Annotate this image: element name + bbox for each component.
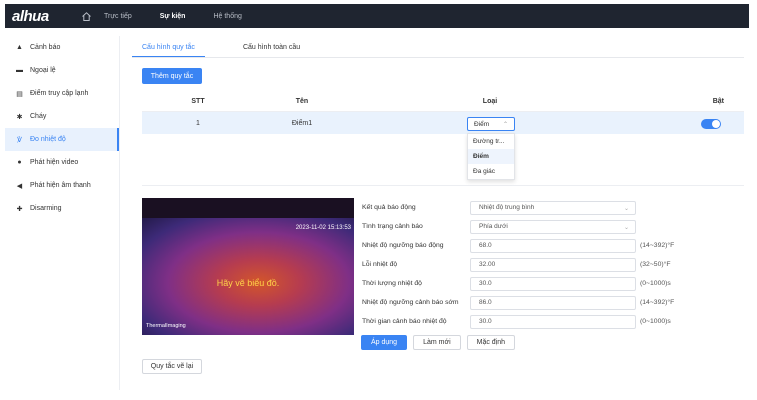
access-point-icon: ▤ xyxy=(16,90,23,98)
enable-toggle[interactable] xyxy=(701,119,721,129)
alarm-threshold-input[interactable]: 68.0 xyxy=(470,238,636,253)
nav-events[interactable]: Sự kiện xyxy=(160,13,186,20)
table-row[interactable]: 1 Điểm1 xyxy=(142,112,744,134)
dropdown-option-polygon[interactable]: Đa giác xyxy=(468,164,514,179)
sidebar-item-label: Đo nhiệt độ xyxy=(30,136,66,143)
form-label: Thời gian cảnh báo nhiệt độ xyxy=(362,318,447,325)
audio-detect-icon: ◀ xyxy=(16,182,23,190)
sidebar-item-label: Phát hiện âm thanh xyxy=(30,182,91,189)
form-row-warning-time: Thời gian cảnh báo nhiệt độ 30.0 (0~1000… xyxy=(362,312,742,331)
thermal-image xyxy=(142,218,354,335)
range-hint: (0~1000)s xyxy=(640,318,671,325)
thermal-preview[interactable]: 2023-11-02 15:13:53 Hãy vẽ biểu đồ. Ther… xyxy=(142,198,354,335)
camera-label: ThermalImaging xyxy=(146,323,186,329)
form-label: Tình trạng cảnh báo xyxy=(362,223,423,230)
row-name: Điểm1 xyxy=(291,119,313,127)
nav-live[interactable]: Trực tiếp xyxy=(104,13,132,20)
add-rule-button[interactable]: Thêm quy tắc xyxy=(142,68,202,84)
sidebar-item-disarming[interactable]: ✚ Disarming xyxy=(5,197,119,220)
type-select[interactable]: Điểm ⌃ xyxy=(467,117,515,131)
header-stt: STT xyxy=(191,98,205,105)
select-value: Nhiệt độ trung bình xyxy=(479,204,535,211)
form-label: Nhiệt độ ngưỡng báo động xyxy=(362,242,444,249)
form-row-temp-duration: Thời lượng nhiệt độ 30.0 (0~1000)s xyxy=(362,274,742,293)
type-dropdown-menu: Đường tr... Điểm Đa giác xyxy=(467,133,515,180)
header-type: Loại xyxy=(482,98,498,105)
form-row-alarm-condition: Tình trạng cảnh báo Phía dưới ⌄ xyxy=(362,217,742,236)
chevron-down-icon: ⌄ xyxy=(623,224,629,231)
sidebar-item-alarm[interactable]: ▲ Cảnh báo xyxy=(5,36,119,59)
form-row-temp-error: Lỗi nhiệt độ 32.00 (32~50)°F xyxy=(362,255,742,274)
fire-icon: ✱ xyxy=(16,113,23,121)
range-hint: (32~50)°F xyxy=(640,261,671,268)
tab-global-config[interactable]: Cấu hình toàn cầu xyxy=(233,40,310,57)
sidebar-item-video-detect[interactable]: ● Phát hiện video xyxy=(5,151,119,174)
dropdown-option-line[interactable]: Đường tr... xyxy=(468,134,514,149)
select-value: Phía dưới xyxy=(479,223,508,230)
sidebar-item-fire[interactable]: ✱ Cháy xyxy=(5,105,119,128)
chevron-down-icon: ⌄ xyxy=(623,205,629,212)
sidebar-divider xyxy=(119,36,120,390)
range-hint: (14~392)°F xyxy=(640,242,675,249)
disarming-icon: ✚ xyxy=(16,205,23,213)
apply-button[interactable]: Áp dụng xyxy=(361,335,408,350)
form-actions: Áp dụng Làm mới Mặc định xyxy=(361,335,516,350)
rules-table: STT Tên Loại Bật 1 Điểm1 xyxy=(142,92,744,134)
form-label: Nhiệt độ ngưỡng cảnh báo sớm xyxy=(362,299,459,306)
nav-system[interactable]: Hệ thống xyxy=(213,13,241,20)
header-enable: Bật xyxy=(712,98,724,105)
alarm-result-select[interactable]: Nhiệt độ trung bình ⌄ xyxy=(470,200,636,215)
sidebar-item-label: Phát hiện video xyxy=(30,159,79,166)
exception-icon: ▬ xyxy=(16,67,23,74)
thermometer-icon: ℣ xyxy=(17,136,22,144)
redraw-rule-button[interactable]: Quy tắc vẽ lại xyxy=(142,359,202,374)
sidebar-item-label: Điểm truy cập lạnh xyxy=(30,90,89,97)
table-header: STT Tên Loại Bật xyxy=(142,92,744,112)
header-name: Tên xyxy=(295,98,309,105)
preview-timestamp: 2023-11-02 15:13:53 xyxy=(295,225,351,231)
video-detect-icon: ● xyxy=(17,159,22,166)
draw-hint-text: Hãy vẽ biểu đồ. xyxy=(216,278,280,288)
sidebar-item-temperature[interactable]: ℣ Đo nhiệt độ xyxy=(5,128,119,151)
dropdown-option-point[interactable]: Điểm xyxy=(468,149,514,164)
sidebar-item-label: Cảnh báo xyxy=(30,44,61,51)
default-button[interactable]: Mặc định xyxy=(466,335,516,350)
alarm-condition-select[interactable]: Phía dưới ⌄ xyxy=(470,219,636,234)
form-row-alarm-threshold: Nhiệt độ ngưỡng báo động 68.0 (14~392)°F xyxy=(362,236,742,255)
sidebar-item-label: Ngoại lệ xyxy=(30,67,56,74)
rule-settings-form: Kết quả báo động Nhiệt độ trung bình ⌄ T… xyxy=(362,198,742,331)
form-label: Lỗi nhiệt độ xyxy=(362,261,398,268)
warning-time-input[interactable]: 30.0 xyxy=(470,314,636,329)
tab-rule-config[interactable]: Cấu hình quy tắc xyxy=(132,40,205,57)
sidebar-item-label: Cháy xyxy=(30,113,47,120)
home-icon[interactable] xyxy=(80,10,92,22)
brand-logo: alhua xyxy=(12,7,49,25)
early-warning-threshold-input[interactable]: 86.0 xyxy=(470,295,636,310)
tab-bar: Cấu hình quy tắc Cấu hình toàn cầu xyxy=(132,40,744,58)
form-row-early-warning-threshold: Nhiệt độ ngưỡng cảnh báo sớm 86.0 (14~39… xyxy=(362,293,742,312)
row-stt: 1 xyxy=(196,119,200,127)
type-select-value: Điểm xyxy=(474,120,490,128)
sidebar-item-audio-detect[interactable]: ◀ Phát hiện âm thanh xyxy=(5,174,119,197)
sidebar-item-label: Disarming xyxy=(30,205,62,212)
form-label: Kết quả báo động xyxy=(362,204,416,211)
refresh-button[interactable]: Làm mới xyxy=(413,335,461,350)
sidebar-item-access-point[interactable]: ▤ Điểm truy cập lạnh xyxy=(5,82,119,105)
form-label: Thời lượng nhiệt độ xyxy=(362,280,422,287)
chevron-up-icon: ⌃ xyxy=(502,122,508,128)
range-hint: (0~1000)s xyxy=(640,280,671,287)
alarm-icon: ▲ xyxy=(16,44,23,51)
form-row-alarm-result: Kết quả báo động Nhiệt độ trung bình ⌄ xyxy=(362,198,742,217)
temp-error-input[interactable]: 32.00 xyxy=(470,257,636,272)
temp-duration-input[interactable]: 30.0 xyxy=(470,276,636,291)
sidebar-item-exception[interactable]: ▬ Ngoại lệ xyxy=(5,59,119,82)
toggle-knob xyxy=(712,120,720,128)
top-navigation-bar: alhua Trực tiếp Sự kiện Hệ thống xyxy=(5,4,749,28)
sidebar: ▲ Cảnh báo ▬ Ngoại lệ ▤ Điểm truy cập lạ… xyxy=(5,36,119,220)
range-hint: (14~392)°F xyxy=(640,299,675,306)
